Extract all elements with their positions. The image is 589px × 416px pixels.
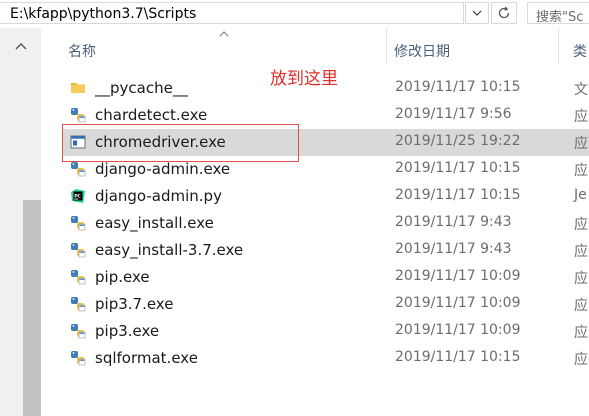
file-name: chardetect.exe [95,106,208,124]
column-header: 名称 修改日期 类 [41,28,589,64]
chevron-down-icon [472,10,482,16]
file-modified-date: 2019/11/17 10:15 [395,160,521,176]
python-exe-icon [70,350,86,366]
file-name: pip.exe [95,268,150,286]
python-exe-icon [70,107,86,123]
file-type: 应 [574,298,588,314]
file-type: 应 [574,244,588,260]
address-bar-row: E:\kfapp\python3.7\Scripts 搜索"Sc [0,0,589,28]
svg-text:PC: PC [74,193,81,199]
file-row[interactable]: pip3.7.exe 2019/11/17 10:09 应 [62,291,589,318]
file-type: 应 [574,136,588,152]
python-exe-icon [70,269,86,285]
file-modified-date: 2019/11/17 10:15 [395,79,521,95]
file-modified-date: 2019/11/17 9:56 [395,106,512,122]
python-exe-icon [70,242,86,258]
python-exe-icon [70,161,86,177]
file-modified-date: 2019/11/17 9:43 [395,241,512,257]
file-name: pip3.7.exe [95,295,174,313]
file-name: django-admin.py [95,187,222,205]
file-name: pip3.exe [95,322,160,340]
file-type: 应 [574,163,588,179]
file-type: Je [574,187,587,203]
file-name: sqlformat.exe [95,349,198,367]
address-path[interactable]: E:\kfapp\python3.7\Scripts [10,6,196,22]
file-row[interactable]: sqlformat.exe 2019/11/17 10:15 应 [62,345,589,372]
python-exe-icon [70,215,86,231]
file-modified-date: 2019/11/17 10:09 [395,322,521,338]
column-divider[interactable] [558,28,559,64]
file-row[interactable]: easy_install.exe 2019/11/17 9:43 应 [62,210,589,237]
file-name: easy_install-3.7.exe [95,241,244,259]
annotation-highlight-box [62,124,299,162]
file-type: 应 [574,217,588,233]
file-type: 应 [574,352,588,368]
file-modified-date: 2019/11/17 9:43 [395,214,512,230]
pycharm-icon: PC [70,188,86,204]
file-row[interactable]: easy_install-3.7.exe 2019/11/17 9:43 应 [62,237,589,264]
refresh-button[interactable] [491,2,517,24]
file-modified-date: 2019/11/25 19:22 [395,133,521,149]
folder-icon [70,80,86,96]
file-type: 文 [574,82,588,98]
vertical-scrollbar[interactable] [0,28,41,416]
file-row[interactable]: __pycache__ 2019/11/17 10:15 文 [62,75,589,102]
sort-ascending-icon [219,31,229,37]
file-name: __pycache__ [95,79,188,97]
file-row[interactable]: pip.exe 2019/11/17 10:09 应 [62,264,589,291]
file-name: easy_install.exe [95,214,214,232]
file-row[interactable]: pip3.exe 2019/11/17 10:09 应 [62,318,589,345]
column-header-modified[interactable]: 修改日期 [394,41,450,61]
scroll-up-button[interactable] [0,28,41,64]
search-placeholder: 搜索"Sc [536,10,584,24]
python-exe-icon [70,296,86,312]
chevron-up-icon [15,43,26,50]
file-type: 应 [574,271,588,287]
search-input[interactable]: 搜索"Sc [527,2,589,24]
column-header-type[interactable]: 类 [573,41,587,61]
file-type: 应 [574,325,588,341]
file-modified-date: 2019/11/17 10:15 [395,187,521,203]
python-exe-icon [70,323,86,339]
file-modified-date: 2019/11/17 10:15 [395,349,521,365]
file-modified-date: 2019/11/17 10:09 [395,295,521,311]
file-modified-date: 2019/11/17 10:09 [395,268,521,284]
file-row[interactable]: PC django-admin.py 2019/11/17 10:15 Je [62,183,589,210]
column-divider[interactable] [386,28,387,64]
address-bar[interactable]: E:\kfapp\python3.7\Scripts [0,2,464,24]
scrollbar-thumb[interactable] [23,200,41,416]
file-name: django-admin.exe [95,160,231,178]
file-type: 应 [574,109,588,125]
address-history-dropdown[interactable] [465,2,489,24]
refresh-icon [498,6,510,19]
column-header-name[interactable]: 名称 [68,41,96,61]
